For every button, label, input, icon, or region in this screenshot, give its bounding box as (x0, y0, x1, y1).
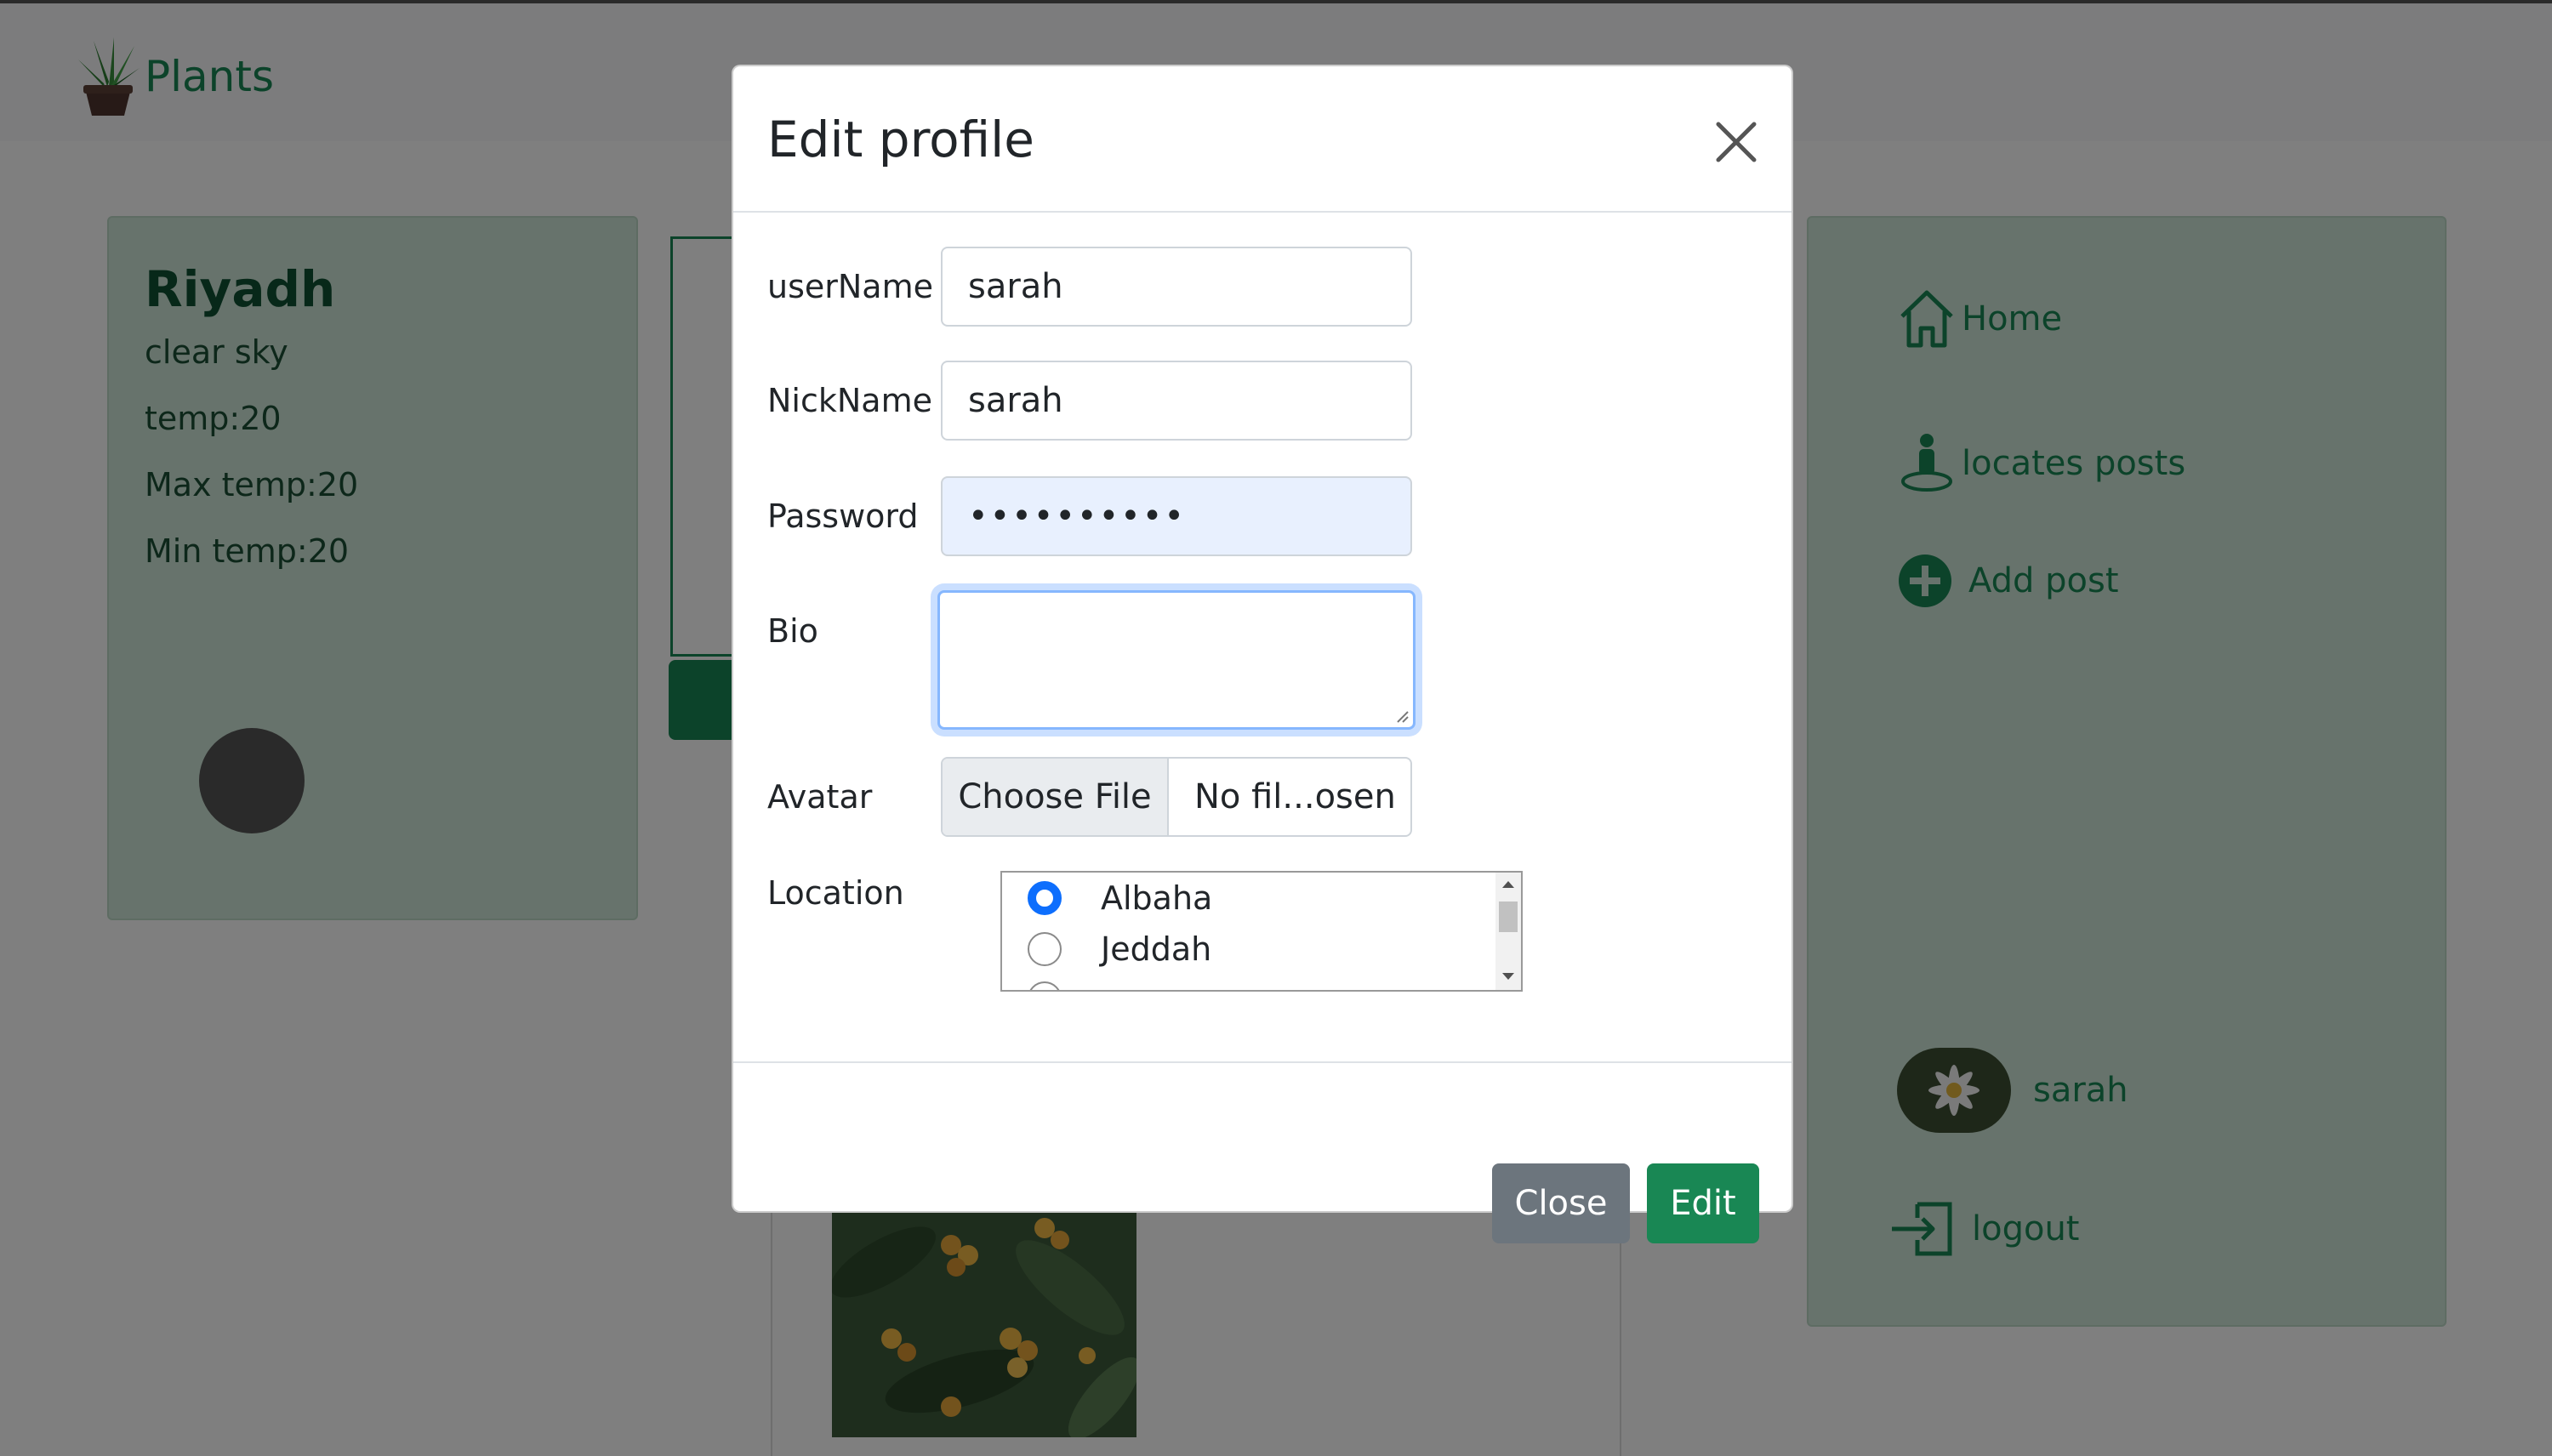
avatar-label: Avatar (767, 778, 873, 816)
location-label: Location (767, 874, 904, 912)
password-input[interactable]: •••••••••• (941, 476, 1412, 556)
username-row: userName sarah (767, 247, 1412, 327)
username-input[interactable]: sarah (941, 247, 1412, 327)
location-row: Location (767, 874, 941, 912)
choose-file-button[interactable]: Choose File (943, 759, 1169, 835)
username-label: userName (767, 268, 933, 305)
location-option-label: Jeddah (1101, 930, 1212, 968)
edit-profile-modal: Edit profile userName sarah NickName sar… (732, 65, 1793, 1243)
password-row: Password •••••••••• (767, 476, 1412, 556)
location-option-jeddah[interactable]: Jeddah (1028, 930, 1211, 968)
location-list[interactable]: Albaha Jeddah (1000, 871, 1523, 992)
resize-grip-icon[interactable] (1394, 708, 1410, 724)
nickname-input[interactable]: sarah (941, 361, 1412, 441)
scroll-down-icon[interactable] (1502, 973, 1514, 980)
bio-label: Bio (767, 612, 818, 650)
location-option-albaha[interactable]: Albaha (1028, 879, 1212, 917)
radio-unchecked-icon[interactable] (1028, 932, 1062, 966)
location-option-partial[interactable] (1028, 981, 1101, 990)
edit-button[interactable]: Edit (1647, 1163, 1759, 1243)
bio-textarea[interactable] (937, 590, 1416, 730)
nickname-label: NickName (767, 382, 932, 419)
file-name-text: No fil...osen (1194, 777, 1396, 816)
modal-footer: Close Edit (733, 1061, 1792, 1243)
close-icon[interactable] (1706, 112, 1766, 172)
avatar-file-input[interactable]: Choose File No fil...osen (941, 757, 1412, 837)
password-label: Password (767, 498, 919, 535)
radio-unchecked-icon[interactable] (1028, 981, 1062, 990)
scrollbar[interactable] (1495, 873, 1521, 990)
scroll-thumb[interactable] (1499, 901, 1518, 932)
modal-title: Edit profile (767, 111, 1034, 168)
close-button[interactable]: Close (1492, 1163, 1630, 1243)
bio-row: Bio (767, 590, 1416, 730)
nickname-row: NickName sarah (767, 361, 1412, 441)
modal-header: Edit profile (733, 66, 1792, 213)
avatar-row: Avatar Choose File No fil...osen (767, 757, 1412, 837)
location-option-label: Albaha (1101, 879, 1213, 917)
radio-checked-icon[interactable] (1028, 881, 1062, 915)
scroll-up-icon[interactable] (1502, 881, 1514, 888)
